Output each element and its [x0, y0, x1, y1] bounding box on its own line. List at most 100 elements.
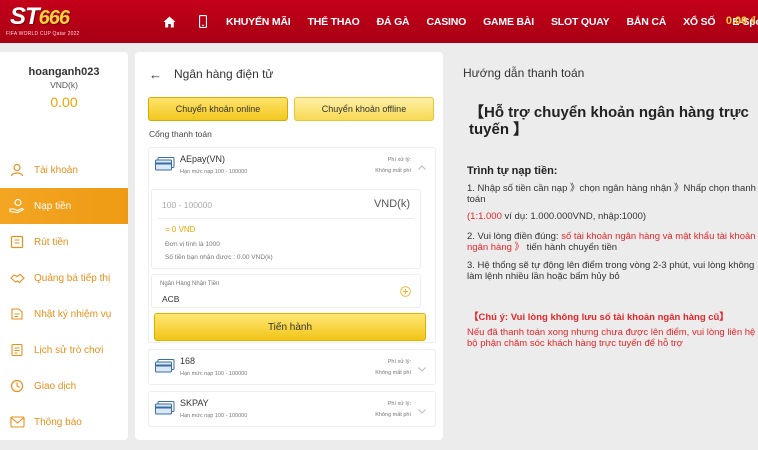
sidebar-item-notifications[interactable]: Thông báo [0, 404, 128, 440]
chevron-down-icon[interactable] [418, 406, 426, 417]
mail-icon [8, 413, 26, 431]
sidebar-item-label: Thông báo [34, 416, 82, 428]
nav-lottery[interactable]: XỔ SỐ [683, 16, 715, 28]
payment-guide: Hướng dẫn thanh toán 【Hỗ trợ chuyển khoả… [450, 52, 758, 440]
chevron-up-icon[interactable] [418, 162, 426, 173]
bank-card-icon [155, 157, 175, 174]
sidebar-item-transactions[interactable]: Giao dịch [0, 368, 128, 404]
gateway-name: AEpay(VN) [180, 154, 226, 164]
divider [158, 218, 414, 219]
receiving-bank-select[interactable]: Ngân Hàng Nhận Tiền ACB [151, 274, 421, 308]
gateway-name: 168 [180, 356, 196, 366]
nav-card-games[interactable]: GAME BÀI [483, 16, 534, 28]
proceed-button[interactable]: Tiến hành [154, 313, 426, 341]
gateway-header-168[interactable]: 168 Hạn mức nạp 100 - 100000 Phí xử lý: … [149, 350, 435, 386]
nav-casino[interactable]: CASINO [426, 16, 466, 28]
nav-cockfight[interactable]: ĐÁ GÀ [377, 16, 410, 28]
sidebar-item-withdraw[interactable]: Rút tiền [0, 224, 128, 260]
sidebar-item-game-history[interactable]: Lịch sử trò chơi [0, 332, 128, 368]
gateway-fee-value: Không mất phí [375, 370, 411, 376]
chevron-down-icon[interactable] [418, 364, 426, 375]
sidebar-item-label: Giao dịch [34, 380, 77, 392]
step-2-prefix: 2. Vui lòng điền đúng: [467, 231, 562, 242]
mobile-icon[interactable] [192, 15, 214, 28]
user-summary: hoanganh023 VND(k) 0.00 [0, 52, 128, 152]
sidebar-item-label: Nạp tiền [34, 200, 72, 212]
back-arrow-icon[interactable]: ← [149, 67, 162, 82]
unit-note: Đơn vị tính là 1000 [165, 241, 220, 248]
username: hoanganh023 [28, 66, 100, 78]
sidebar-item-label: Rút tiền [34, 236, 69, 248]
payment-gate-label: Cổng thanh toán [149, 129, 212, 139]
gateway-header-aepay[interactable]: AEpay(VN) Hạn mức nạp 100 - 100000 Phí x… [149, 148, 435, 184]
gateway-name: SKPAY [180, 398, 209, 408]
main-nav: KHUYẾN MÃI THỂ THAO ĐÁ GÀ CASINO GAME BÀ… [158, 0, 758, 43]
gateway-fee-label: Phí xử lý: [387, 401, 411, 407]
tab-offline-transfer[interactable]: Chuyển khoản offline [294, 97, 434, 121]
step-2-suffix: tiến hành chuyển tiền [524, 241, 618, 253]
user-icon [8, 161, 26, 179]
step-1-note: (1:1.000 ví dụ: 1.000.000VND, nhập:1000) [467, 211, 757, 223]
sidebar-item-label: Quảng bá tiếp thị [34, 272, 111, 284]
top-nav-bar: ST666 FIFA WORLD CUP Qatar 2022 KHUYẾN M… [0, 0, 758, 43]
warning-title: 【Chú ý: Vui lòng không lưu số tài khoản … [469, 312, 729, 323]
site-logo[interactable]: ST666 FIFA WORLD CUP Qatar 2022 [4, 3, 88, 39]
header-balance: 0.00 ₫ [725, 15, 756, 27]
guide-title: Hướng dẫn thanh toán [463, 66, 585, 80]
step-1-example: ví dụ: 1.000.000VND, nhập:1000) [501, 211, 647, 222]
converted-amount: = 0 VND [165, 225, 196, 234]
plus-circle-icon[interactable] [400, 286, 411, 300]
gateway-fee-value: Không mất phí [375, 168, 411, 174]
transaction-clock-icon [8, 377, 26, 395]
gateway-skpay: SKPAY Hạn mức nạp 100 - 100000 Phí xử lý… [148, 391, 436, 427]
steps-title: Trình tự nạp tiền: [467, 165, 558, 177]
user-currency: VND(k) [50, 80, 78, 90]
nav-fishing[interactable]: BẮN CÁ [626, 16, 666, 28]
withdraw-icon [8, 233, 26, 251]
logo-number: 666 [38, 7, 70, 29]
nav-promotions[interactable]: KHUYẾN MÃI [226, 16, 291, 28]
sidebar-item-marketing[interactable]: Quảng bá tiếp thị [0, 260, 128, 296]
sidebar-item-label: Lịch sử trò chơi [34, 344, 104, 356]
gateway-limit: Hạn mức nạp 100 - 100000 [180, 371, 248, 377]
deposit-panel: ← Ngân hàng điện tử Chuyển khoản online … [135, 52, 443, 440]
sidebar-item-label: Tài khoản [34, 164, 78, 176]
nav-slots[interactable]: SLOT QUAY [551, 16, 610, 28]
tab-online-transfer[interactable]: Chuyển khoản online [148, 97, 288, 121]
transfer-tabs: Chuyển khoản online Chuyển khoản offline [148, 97, 434, 121]
amount-input[interactable]: 100 - 100000 [162, 200, 212, 210]
sidebar-item-account[interactable]: Tài khoản [0, 152, 128, 188]
logo-subtitle: FIFA WORLD CUP Qatar 2022 [6, 31, 80, 37]
gateway-fee-label: Phí xử lý: [387, 359, 411, 365]
bank-card-icon [155, 401, 175, 418]
home-icon[interactable] [158, 16, 180, 28]
warning-text: Nếu đã thanh toán xong nhưng chưa được l… [467, 327, 756, 349]
receive-note: Số tiền bạn nhận được : 0.00 VND(k) [165, 254, 273, 261]
gateway-limit: Hạn mức nạp 100 - 100000 [180, 413, 248, 419]
game-history-icon [8, 341, 26, 359]
gateway-fee-label: Phí xử lý: [387, 157, 411, 163]
receiving-bank-label: Ngân Hàng Nhận Tiền [160, 281, 220, 287]
guide-heading: 【Hỗ trợ chuyển khoản ngân hàng trực tuyế… [469, 104, 749, 138]
logo-text: ST [10, 3, 40, 30]
sidebar-item-missions[interactable]: Nhật ký nhiệm vụ [0, 296, 128, 332]
amount-unit: VND(k) [373, 198, 410, 210]
deposit-hand-icon [8, 197, 26, 215]
bank-card-icon [155, 359, 175, 376]
user-balance: 0.00 [50, 94, 78, 110]
handshake-icon [8, 269, 26, 287]
panel-title: Ngân hàng điện tử [174, 67, 274, 81]
receiving-bank-value: ACB [162, 294, 180, 304]
gateway-168: 168 Hạn mức nạp 100 - 100000 Phí xử lý: … [148, 349, 436, 385]
gateway-fee-value: Không mất phí [375, 412, 411, 418]
gateway-limit: Hạn mức nạp 100 - 100000 [180, 169, 248, 175]
step-1-ratio: (1:1.000 [467, 211, 502, 222]
amount-box: 100 - 100000 VND(k) = 0 VND Đơn vị tính … [151, 189, 421, 269]
gateway-header-skpay[interactable]: SKPAY Hạn mức nạp 100 - 100000 Phí xử lý… [149, 392, 435, 428]
sidebar-item-label: Nhật ký nhiệm vụ [34, 308, 112, 320]
mission-log-icon [8, 305, 26, 323]
step-3: 3. Hệ thống sẽ tự động lên điểm trong vò… [467, 260, 755, 282]
sidebar-item-deposit[interactable]: Nạp tiền [0, 188, 128, 224]
nav-sports[interactable]: THỂ THAO [308, 16, 360, 28]
step-2: 2. Vui lòng điền đúng: số tài khoản ngân… [467, 231, 757, 253]
